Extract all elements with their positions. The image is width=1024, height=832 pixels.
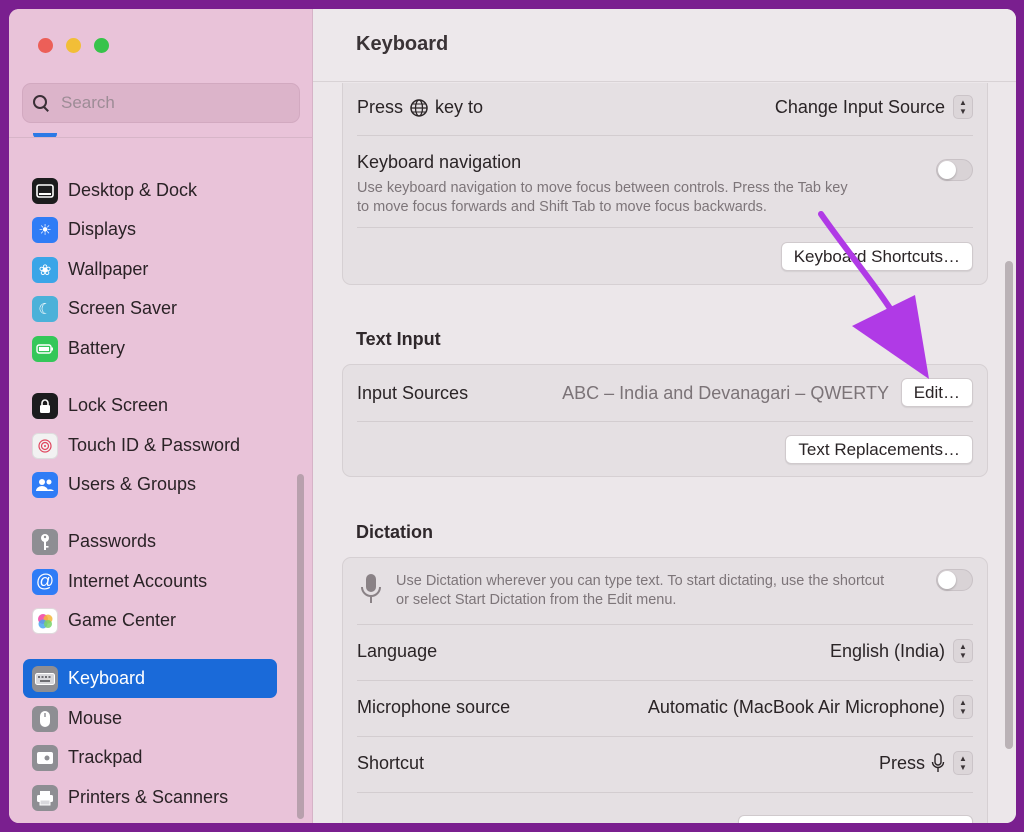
settings-window: Desktop & Dock ☀ Displays ❀ Wallpaper ☾ … [9,9,1016,823]
annotation-arrow [818,211,929,379]
